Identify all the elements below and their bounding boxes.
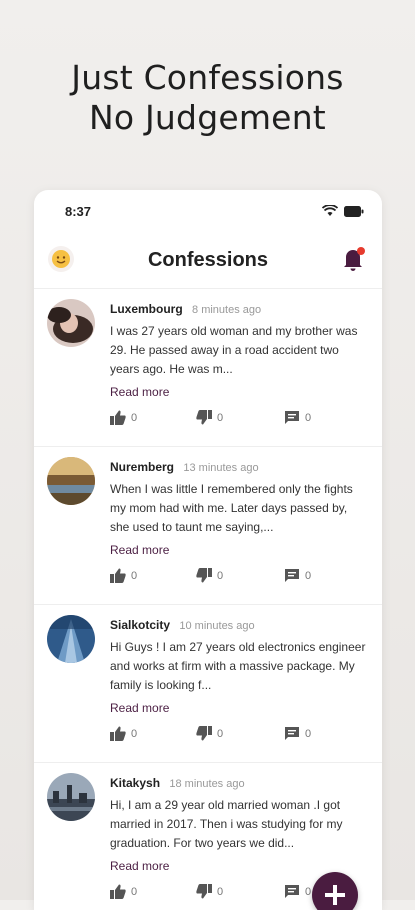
comment-count: 0: [305, 411, 312, 424]
thumbs-down-icon: [196, 726, 212, 741]
dislike-button[interactable]: 0: [196, 726, 223, 741]
timestamp: 10 minutes ago: [179, 620, 255, 632]
comment-count: 0: [305, 727, 312, 740]
dislike-button[interactable]: 0: [196, 568, 223, 583]
avatar: [47, 773, 95, 821]
confession-card[interactable]: Sialkotcity 10 minutes ago Hi Guys ! I a…: [34, 605, 382, 763]
status-time: 8:37: [65, 204, 92, 219]
bell-icon: [344, 247, 365, 271]
avatar: [47, 299, 95, 347]
comment-button[interactable]: 0: [284, 568, 311, 583]
comment-count: 0: [305, 885, 312, 898]
card-header: Luxembourg 8 minutes ago: [110, 302, 261, 316]
timestamp: 8 minutes ago: [192, 304, 262, 316]
notifications-button[interactable]: [342, 246, 366, 272]
read-more-link[interactable]: Read more: [110, 385, 169, 399]
dislike-count: 0: [217, 569, 224, 582]
promo-line-1: Just Confessions: [71, 58, 344, 97]
comment-count: 0: [305, 569, 312, 582]
thumbs-down-icon: [196, 410, 212, 425]
comment-button[interactable]: 0: [284, 726, 311, 741]
comment-icon: [285, 885, 299, 898]
city-name: Sialkotcity: [110, 618, 171, 632]
like-button[interactable]: 0: [110, 410, 137, 425]
thumbs-up-icon: [110, 726, 126, 741]
thumbs-up-icon: [110, 568, 126, 583]
thumbs-up-icon: [110, 410, 126, 425]
confession-text: I was 27 years old woman and my brother …: [110, 324, 358, 376]
confession-text: Hi Guys ! I am 27 years old electronics …: [110, 640, 366, 692]
like-button[interactable]: 0: [110, 568, 137, 583]
read-more-link[interactable]: Read more: [110, 543, 169, 557]
card-header: Kitakysh 18 minutes ago: [110, 776, 245, 790]
dislike-button[interactable]: 0: [196, 410, 223, 425]
dislike-count: 0: [217, 727, 224, 740]
status-icons: [322, 205, 364, 217]
read-more-link[interactable]: Read more: [110, 701, 169, 715]
city-name: Kitakysh: [110, 776, 161, 790]
read-more-link[interactable]: Read more: [110, 859, 169, 873]
confession-card[interactable]: Luxembourg 8 minutes ago I was 27 years …: [34, 289, 382, 447]
avatar: [47, 615, 95, 663]
like-count: 0: [131, 885, 138, 898]
dislike-count: 0: [217, 411, 224, 424]
page-title: Confessions: [147, 249, 269, 271]
card-header: Nuremberg 13 minutes ago: [110, 460, 259, 474]
avatar: [47, 457, 95, 505]
timestamp: 18 minutes ago: [169, 778, 245, 790]
battery-icon: [344, 205, 364, 217]
plus-icon: [325, 885, 345, 905]
confession-text: Hi, I am a 29 year old married woman .I …: [110, 798, 343, 850]
promo-line-2: No Judgement: [89, 98, 326, 137]
like-count: 0: [131, 411, 138, 424]
card-header: Sialkotcity 10 minutes ago: [110, 618, 255, 632]
dislike-button[interactable]: 0: [196, 884, 223, 899]
confession-text: When I was little I remembered only the …: [110, 482, 353, 534]
like-count: 0: [131, 569, 138, 582]
like-button[interactable]: 0: [110, 884, 137, 899]
thumbs-up-icon: [110, 884, 126, 899]
comment-icon: [285, 411, 299, 424]
timestamp: 13 minutes ago: [183, 462, 259, 474]
comment-icon: [285, 727, 299, 740]
thumbs-down-icon: [196, 568, 212, 583]
city-name: Luxembourg: [110, 302, 183, 316]
phone-screen: 8:37 Confessions Luxembourg 8 minutes ag…: [34, 190, 382, 910]
app-bar: Confessions: [34, 232, 382, 289]
status-bar: 8:37: [34, 190, 382, 232]
comment-button[interactable]: 0: [284, 884, 311, 899]
comment-icon: [285, 569, 299, 582]
comment-button[interactable]: 0: [284, 410, 311, 425]
like-button[interactable]: 0: [110, 726, 137, 741]
confession-card[interactable]: Nuremberg 13 minutes ago When I was litt…: [34, 447, 382, 605]
promo-headline: Just Confessions No Judgement: [0, 58, 415, 138]
wifi-icon: [322, 205, 338, 216]
like-count: 0: [131, 727, 138, 740]
dislike-count: 0: [217, 885, 224, 898]
add-confession-button[interactable]: [312, 872, 358, 910]
confession-feed: Luxembourg 8 minutes ago I was 27 years …: [34, 289, 382, 910]
city-name: Nuremberg: [110, 460, 175, 474]
thumbs-down-icon: [196, 884, 212, 899]
